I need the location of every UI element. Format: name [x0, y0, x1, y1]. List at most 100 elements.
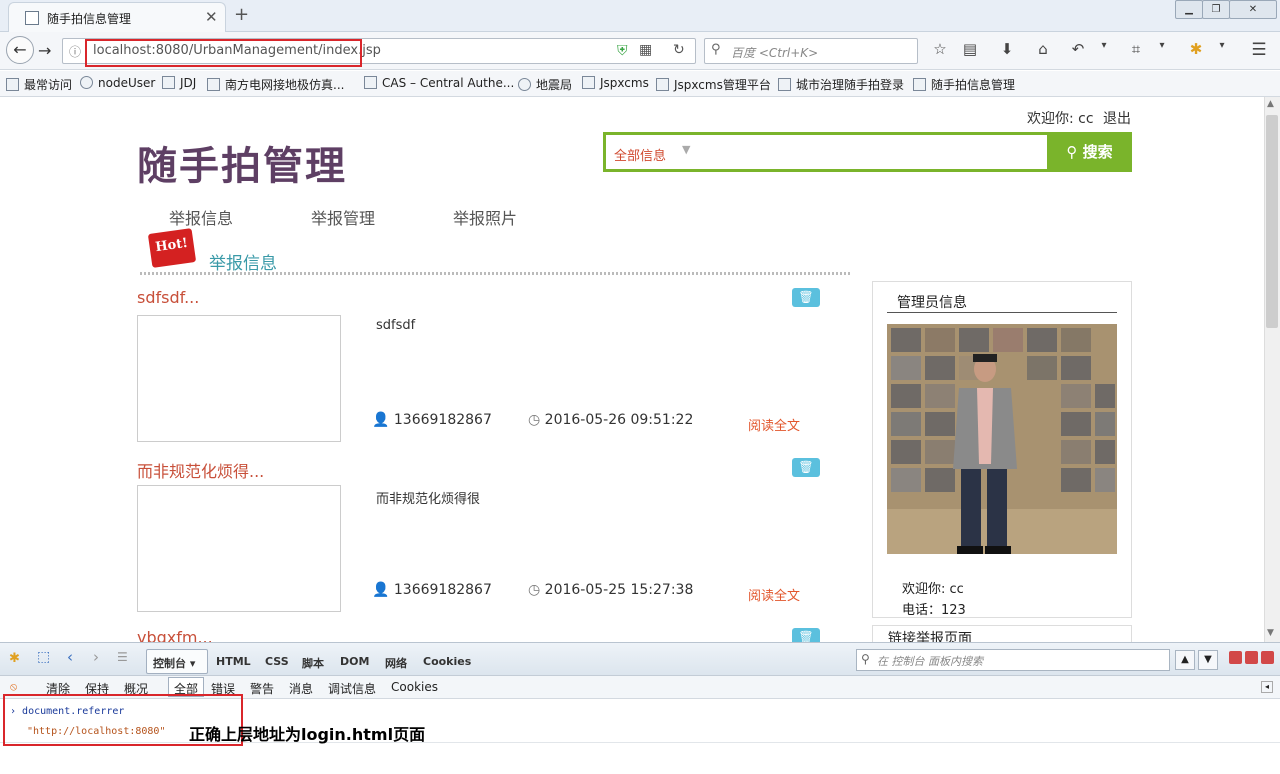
inspect-icon[interactable]: ⬚: [37, 649, 50, 665]
crop-icon[interactable]: ⌗: [1126, 40, 1146, 58]
report-phone: 👤 13669182867: [372, 412, 492, 428]
section-title: 举报信息: [209, 254, 277, 274]
forward-icon[interactable]: →: [38, 41, 51, 60]
menu-icon[interactable]: ☰: [1249, 40, 1269, 60]
chevron-down-icon[interactable]: ▼: [1198, 650, 1218, 670]
download-icon[interactable]: ⬇: [997, 40, 1017, 58]
devtools-tab-css[interactable]: CSS: [265, 655, 289, 668]
bookmark-icon: [656, 78, 669, 91]
close-window-icon[interactable]: ✕: [1229, 0, 1277, 19]
bookmark-item[interactable]: Jspxcms管理平台: [656, 76, 771, 93]
admin-phone: 电话：123: [902, 603, 966, 618]
trash-icon[interactable]: 🗑: [792, 628, 820, 642]
site-logo: 随手拍管理: [137, 143, 347, 190]
scroll-down-icon[interactable]: ▼: [1267, 628, 1274, 638]
undo-dropdown-icon[interactable]: ▾: [1094, 40, 1114, 51]
clear-console-icon[interactable]: ⦸: [10, 680, 17, 694]
read-more-link[interactable]: 阅读全文: [748, 585, 800, 604]
undo-icon[interactable]: ↶: [1068, 40, 1088, 58]
report-time: ◷ 2016-05-25 15:27:38: [528, 582, 694, 598]
report-title[interactable]: vbgxfm...: [137, 628, 213, 642]
page-favicon-icon: [25, 11, 39, 25]
devtools-minimize-icon[interactable]: [1229, 651, 1242, 664]
bookmark-icon: [582, 76, 595, 89]
bookmark-item[interactable]: 城市治理随手拍登录: [778, 76, 904, 93]
forward-icon[interactable]: ›: [93, 648, 99, 666]
annotation-note: 正确上层地址为login.html页面: [189, 725, 426, 744]
devtools-detach-icon[interactable]: [1245, 651, 1258, 664]
chevron-down-icon: ▾: [186, 657, 196, 670]
read-more-link[interactable]: 阅读全文: [748, 415, 800, 434]
scrollbar-thumb[interactable]: [1266, 115, 1278, 328]
restore-icon[interactable]: ❐: [1202, 0, 1230, 19]
menu-item-report-info[interactable]: 举报信息: [169, 205, 233, 229]
bookmark-item[interactable]: 南方电网接地极仿真...: [207, 76, 344, 93]
new-tab-icon[interactable]: +: [234, 4, 249, 25]
devtools-tab-dom[interactable]: DOM: [340, 655, 369, 668]
clock-icon: ◷: [528, 582, 545, 598]
filter-cookies[interactable]: Cookies: [391, 680, 438, 694]
menu-item-report-manage[interactable]: 举报管理: [311, 205, 375, 229]
devtools-tab-network[interactable]: 网络: [385, 655, 407, 671]
qr-code-icon[interactable]: ▦: [639, 42, 652, 58]
logout-link[interactable]: 退出: [1103, 108, 1131, 128]
search-button[interactable]: ⚲ 搜索: [1047, 132, 1132, 172]
user-icon: 👤: [372, 412, 394, 428]
scroll-up-icon[interactable]: ▲: [1267, 99, 1274, 109]
devtools-close-icon[interactable]: [1261, 651, 1274, 664]
filter-info[interactable]: 消息: [289, 680, 313, 697]
bookmark-icon: [778, 78, 791, 91]
filter-debug[interactable]: 调试信息: [328, 680, 376, 697]
bookmark-star-icon[interactable]: ☆: [930, 40, 950, 58]
reading-list-icon[interactable]: ▤: [960, 40, 980, 58]
firebug-icon[interactable]: ✱: [9, 651, 20, 666]
back-icon[interactable]: ‹: [67, 648, 73, 666]
firebug-dropdown-icon[interactable]: ▾: [1212, 40, 1232, 51]
search-icon: ⚲: [861, 652, 870, 666]
report-title[interactable]: sdfsdf...: [137, 288, 199, 307]
info-icon[interactable]: ⓘ: [69, 43, 81, 60]
report-description: 而非规范化烦得很: [376, 492, 481, 507]
trash-icon[interactable]: 🗑: [792, 288, 820, 307]
browser-search-placeholder: 百度 <Ctrl+K>: [731, 46, 819, 60]
bookmark-item[interactable]: Jspxcms: [582, 76, 649, 90]
filter-warnings[interactable]: 警告: [250, 680, 274, 697]
firebug-icon[interactable]: ✱: [1186, 40, 1206, 58]
url-highlight-box: [85, 39, 362, 67]
devtools-tab-console[interactable]: 控制台 ▾: [153, 655, 195, 671]
bookmark-item[interactable]: nodeUser: [80, 76, 155, 90]
close-tab-icon[interactable]: ✕: [205, 8, 218, 26]
shield-icon[interactable]: ⛨: [617, 43, 628, 59]
bookmark-item[interactable]: 最常访问: [6, 76, 72, 93]
bookmark-item[interactable]: 随手拍信息管理: [913, 76, 1015, 93]
menu-item-report-photos[interactable]: 举报照片: [453, 205, 517, 229]
minimize-icon[interactable]: ▁: [1175, 0, 1203, 19]
multiline-icon[interactable]: ☰: [117, 650, 128, 664]
page-viewport: 欢迎你: cc 退出 随手拍管理 全部信息 ▼ ⚲ 搜索 举报信息 举报管理 举…: [0, 97, 1264, 642]
bookmark-item[interactable]: 地震局: [518, 76, 572, 93]
reload-icon[interactable]: ↻: [673, 42, 685, 58]
bookmark-item[interactable]: JDJ: [162, 76, 196, 90]
report-thumbnail[interactable]: [137, 485, 341, 612]
report-thumbnail[interactable]: [137, 315, 341, 442]
link-report-title: 链接举报页面: [888, 631, 972, 642]
devtools-tab-script[interactable]: 脚本: [302, 655, 324, 671]
chevron-left-icon[interactable]: ◂: [1261, 681, 1273, 693]
search-category-select[interactable]: 全部信息: [614, 145, 666, 164]
home-icon[interactable]: ⌂: [1033, 40, 1053, 58]
bookmark-item[interactable]: CAS – Central Authe...: [364, 76, 514, 90]
link-report-box[interactable]: 链接举报页面: [872, 625, 1132, 642]
trash-icon[interactable]: 🗑: [792, 458, 820, 477]
report-title[interactable]: 而非规范化烦得...: [137, 458, 264, 482]
chevron-down-icon[interactable]: ▼: [682, 143, 690, 156]
devtools-search-input[interactable]: ⚲ 在 控制台 面板内搜索: [856, 649, 1170, 671]
devtools-tab-html[interactable]: HTML: [216, 655, 251, 668]
devtools-tab-cookies[interactable]: Cookies: [423, 655, 471, 668]
browser-search-box[interactable]: ⚲ 百度 <Ctrl+K>: [704, 38, 918, 64]
crop-dropdown-icon[interactable]: ▾: [1152, 40, 1172, 51]
browser-tab[interactable]: 随手拍信息管理 ✕: [8, 2, 226, 32]
chevron-up-icon[interactable]: ▲: [1175, 650, 1195, 670]
search-icon: ⚲: [1066, 143, 1083, 161]
back-icon[interactable]: ←: [6, 36, 34, 64]
bookmark-icon: [6, 78, 19, 91]
